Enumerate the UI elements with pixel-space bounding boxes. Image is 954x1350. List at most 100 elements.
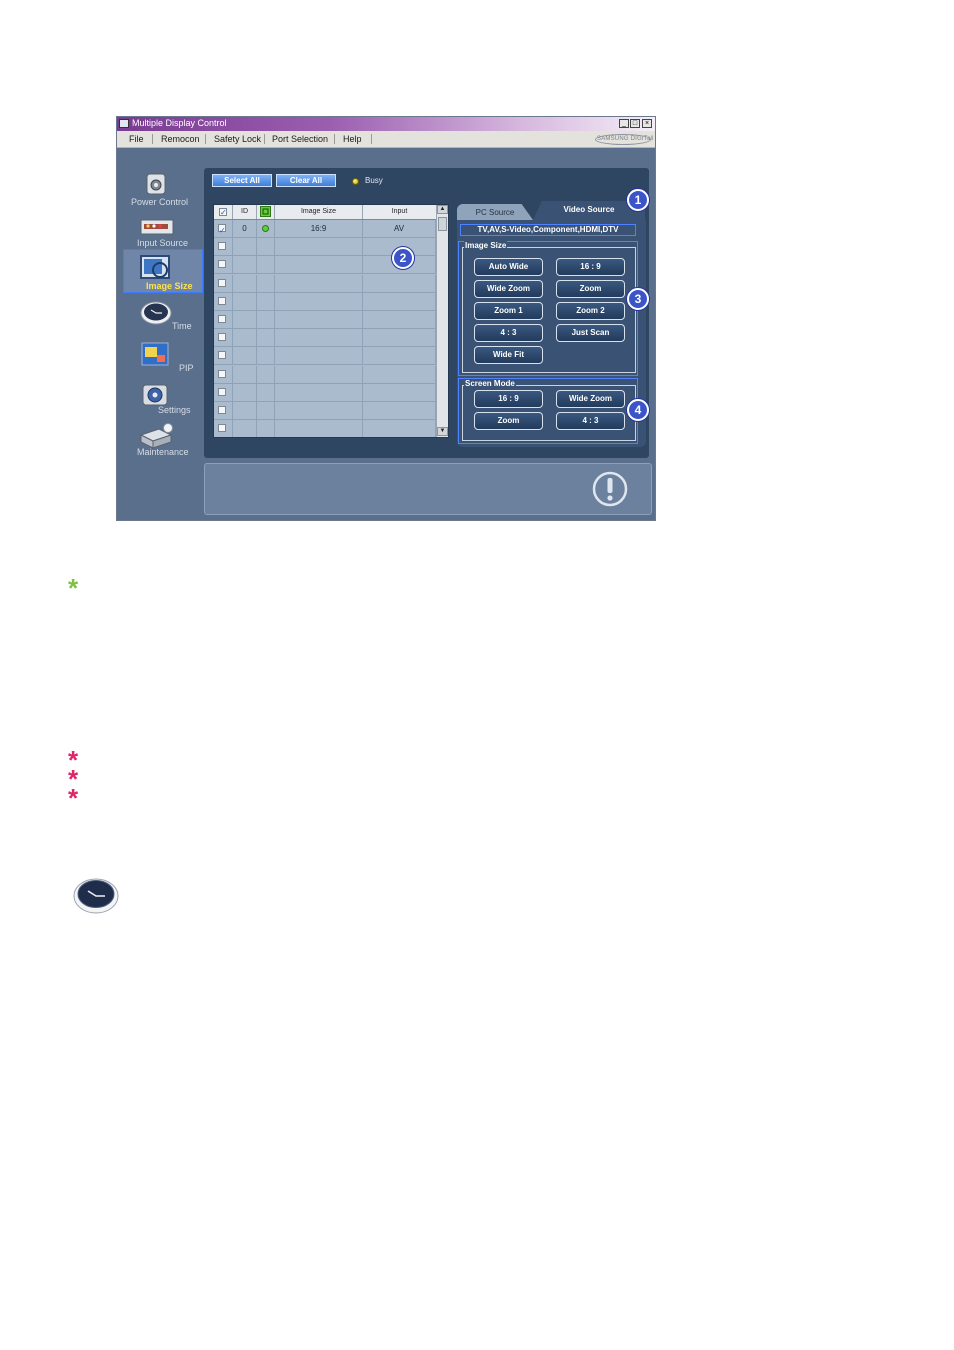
- cell-select[interactable]: [214, 420, 233, 437]
- wide-fit-button[interactable]: Wide Fit: [474, 346, 543, 364]
- select-all-button[interactable]: Select All: [212, 174, 272, 187]
- cell-status: [257, 383, 275, 402]
- screen-4-3-button[interactable]: 4 : 3: [556, 412, 625, 430]
- table-row[interactable]: [214, 347, 436, 366]
- table-row[interactable]: [214, 383, 436, 402]
- screen-mode-group-title: Screen Mode: [464, 379, 516, 388]
- menu-help[interactable]: Help: [343, 134, 362, 144]
- cell-id: [233, 256, 257, 275]
- pip-icon: [141, 342, 169, 366]
- screen-16-9-button[interactable]: 16 : 9: [474, 390, 543, 408]
- menu-separator: [334, 134, 335, 144]
- table-row[interactable]: [214, 311, 436, 329]
- window-title: Multiple Display Control: [132, 118, 227, 128]
- nav-power-control[interactable]: Power Control: [123, 169, 203, 209]
- cell-image-size: [275, 329, 363, 348]
- zoom-2-button[interactable]: Zoom 2: [556, 302, 625, 320]
- header-select-all-checkbox[interactable]: [214, 205, 233, 220]
- cell-select[interactable]: [214, 383, 233, 402]
- cell-select[interactable]: [214, 365, 233, 384]
- zoom-1-button[interactable]: Zoom 1: [474, 302, 543, 320]
- row-checkbox[interactable]: [218, 222, 226, 239]
- table-row[interactable]: [214, 365, 436, 384]
- auto-wide-button[interactable]: Auto Wide: [474, 258, 543, 276]
- cell-select[interactable]: [214, 274, 233, 293]
- row-checkbox[interactable]: [218, 406, 226, 414]
- cell-input: [363, 402, 436, 420]
- callout-1: 1: [627, 189, 649, 211]
- app-icon: [119, 119, 129, 128]
- table-row[interactable]: [214, 329, 436, 348]
- cell-status: [257, 220, 275, 238]
- green-star-marker: *: [68, 573, 79, 603]
- table-row[interactable]: [214, 292, 436, 311]
- scroll-up-icon[interactable]: ▲: [437, 205, 448, 214]
- close-button[interactable]: ×: [642, 119, 652, 128]
- table-row[interactable]: [214, 274, 436, 293]
- exclamation-icon: [592, 471, 628, 507]
- cell-input: [363, 274, 436, 293]
- maximize-button[interactable]: □: [630, 119, 640, 128]
- row-checkbox[interactable]: [218, 242, 226, 251]
- wide-zoom-button[interactable]: Wide Zoom: [474, 280, 543, 298]
- clear-all-button[interactable]: Clear All: [276, 174, 336, 187]
- row-checkbox[interactable]: [218, 369, 226, 378]
- nav-pip[interactable]: PIP: [123, 339, 203, 379]
- table-row[interactable]: 0 16:9AV: [214, 220, 436, 239]
- scroll-down-icon[interactable]: ▼: [437, 427, 448, 436]
- cell-select[interactable]: [214, 402, 233, 420]
- screen-zoom-button[interactable]: Zoom: [474, 412, 543, 430]
- cell-image-size: 16:9: [275, 220, 363, 238]
- screen-wide-zoom-button[interactable]: Wide Zoom: [556, 390, 625, 408]
- row-checkbox[interactable]: [218, 260, 226, 269]
- samsung-logo: SAMSUNG DIGITall: [595, 134, 653, 146]
- table-row[interactable]: [214, 420, 436, 437]
- cell-select[interactable]: [214, 292, 233, 311]
- row-checkbox[interactable]: [218, 387, 226, 396]
- nav-image-size[interactable]: Image Size: [123, 249, 203, 293]
- cell-select[interactable]: [214, 256, 233, 275]
- row-checkbox[interactable]: [218, 315, 226, 323]
- cell-image-size: [275, 292, 363, 311]
- display-table: ID Image Size Input 0 16:9AV ▲ ▼: [213, 204, 449, 438]
- nav-settings[interactable]: Settings: [123, 379, 203, 419]
- minimize-button[interactable]: _: [619, 119, 629, 128]
- row-checkbox[interactable]: [218, 278, 226, 287]
- cell-image-size: [275, 402, 363, 420]
- tab-pc-source[interactable]: PC Source: [457, 204, 533, 220]
- image-16-9-button[interactable]: 16 : 9: [556, 258, 625, 276]
- row-checkbox[interactable]: [218, 424, 226, 433]
- just-scan-button[interactable]: Just Scan: [556, 324, 625, 342]
- zoom-button[interactable]: Zoom: [556, 280, 625, 298]
- cell-select[interactable]: [214, 329, 233, 348]
- cell-status: [257, 311, 275, 329]
- cell-select[interactable]: [214, 238, 233, 257]
- cell-id: [233, 347, 257, 366]
- row-checkbox[interactable]: [218, 351, 226, 360]
- red-star-marker: *: [68, 783, 79, 813]
- image-4-3-button[interactable]: 4 : 3: [474, 324, 543, 342]
- menu-file[interactable]: File: [129, 134, 144, 144]
- nav-maintenance[interactable]: Maintenance: [123, 419, 203, 459]
- cell-select[interactable]: [214, 311, 233, 329]
- table-scrollbar[interactable]: ▲ ▼: [436, 205, 448, 437]
- application-window: Multiple Display Control _ □ × File Remo…: [116, 116, 656, 521]
- scroll-thumb[interactable]: [438, 217, 447, 231]
- time-clock-icon: [73, 878, 119, 914]
- table-row[interactable]: [214, 402, 436, 420]
- menu-port-selection[interactable]: Port Selection: [272, 134, 328, 144]
- nav-time[interactable]: Time: [123, 297, 203, 337]
- nav-input-source[interactable]: Input Source: [123, 210, 203, 250]
- row-checkbox[interactable]: [218, 296, 226, 305]
- cell-select[interactable]: [214, 347, 233, 366]
- menu-remocon[interactable]: Remocon: [161, 134, 200, 144]
- row-checkbox[interactable]: [218, 333, 226, 342]
- cell-status: [257, 329, 275, 348]
- menu-safety-lock[interactable]: Safety Lock: [214, 134, 261, 144]
- cell-id: [233, 420, 257, 437]
- info-panel: [204, 463, 652, 515]
- cell-select[interactable]: [214, 220, 233, 239]
- cell-image-size: [275, 274, 363, 293]
- menu-separator: [264, 134, 265, 144]
- cell-status: [257, 365, 275, 384]
